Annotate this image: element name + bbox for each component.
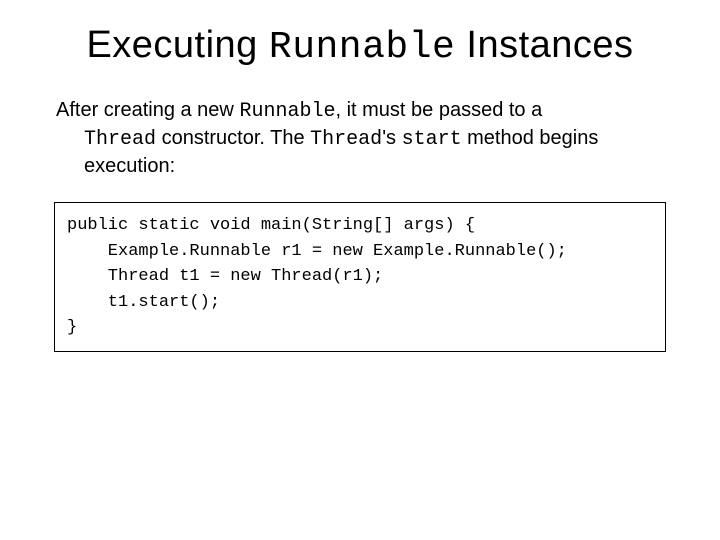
para-t1: After creating a new (56, 99, 239, 121)
para-t2: , it must be passed to a (335, 99, 542, 121)
title-mono: Runnable (269, 26, 455, 69)
title-text-1: Executing (86, 24, 268, 66)
para-t3: constructor. The (156, 127, 310, 149)
title-text-2: Instances (455, 24, 633, 66)
para-m3: Thread (310, 128, 382, 151)
slide-title: Executing Runnable Instances (50, 24, 670, 69)
para-m2: Thread (84, 128, 156, 151)
para-t4: 's (382, 127, 401, 149)
para-m4: start (402, 128, 462, 151)
code-block: public static void main(String[] args) {… (54, 202, 666, 352)
para-m1: Runnable (239, 100, 335, 123)
body-paragraph: After creating a new Runnable, it must b… (56, 97, 664, 180)
